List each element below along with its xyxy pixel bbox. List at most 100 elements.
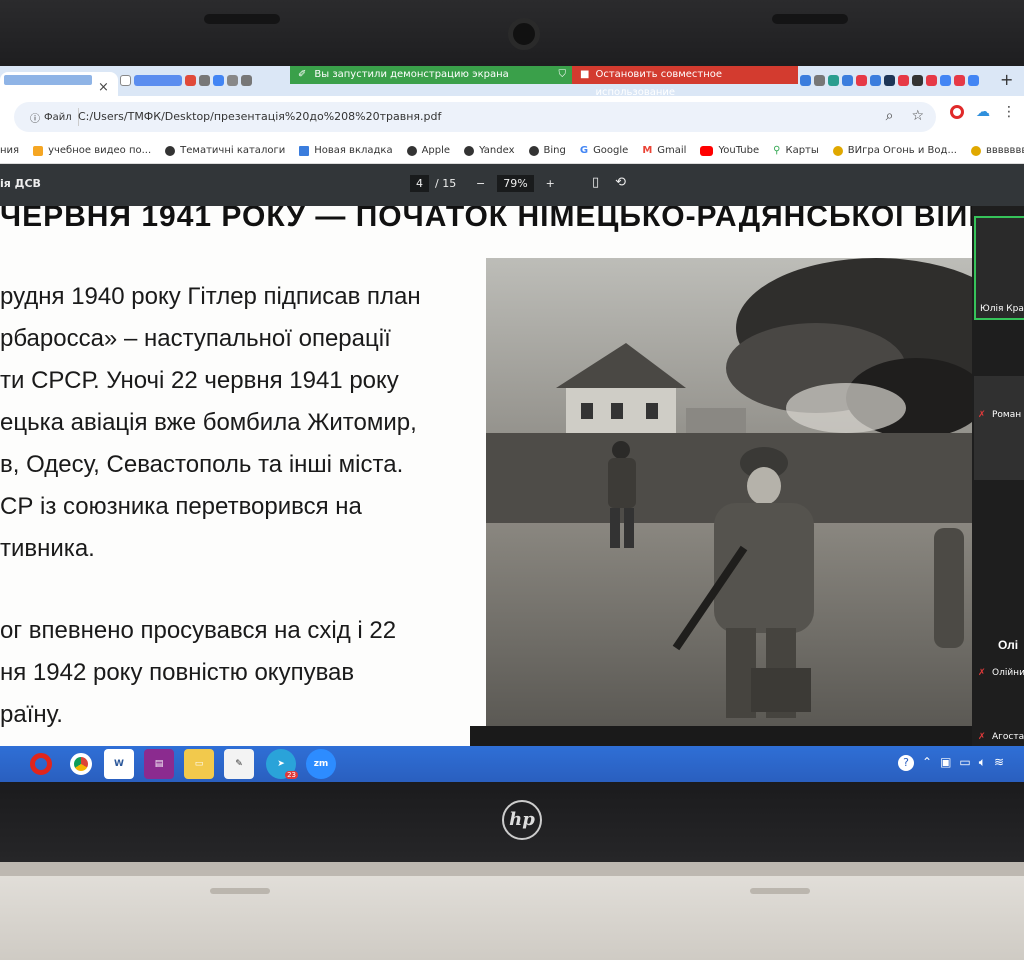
network-icon[interactable]: ▣ (940, 755, 951, 771)
wikipedia-icon[interactable] (120, 75, 131, 86)
tab-favicon-icon[interactable] (814, 75, 825, 86)
tab-favicon-icon[interactable] (926, 75, 937, 86)
google-icon[interactable] (213, 75, 224, 86)
browser-toolbar: ⓘ Файл C:/Users/ТМФК/Desktop/презентація… (0, 96, 1024, 138)
bookmark-item[interactable]: Тематичні каталоги (165, 145, 285, 156)
pdf-toolbar: ія ДСВ 4 / 15 − 79% + ▯ ⟲ (0, 164, 1024, 206)
tab-favicon-icon[interactable] (968, 75, 979, 86)
menu-icon[interactable]: ⋮ (1002, 104, 1016, 120)
wifi-icon[interactable]: ≋ (994, 755, 1004, 771)
tab-favicon-icon[interactable] (856, 75, 867, 86)
globe-icon (165, 145, 176, 156)
zoom-out-button[interactable]: − (476, 177, 485, 190)
pdf-title: ія ДСВ (0, 177, 41, 190)
active-tab[interactable]: × (0, 72, 118, 96)
slide-paragraph: ог впевнено просувався на схід і 22 ня 1… (0, 610, 470, 736)
volume-icon[interactable]: 🔈︎ (979, 755, 986, 771)
tab-favicon-icon[interactable] (828, 75, 839, 86)
chrome-icon[interactable] (66, 749, 96, 779)
bookmark-item[interactable]: YouTube (700, 145, 759, 156)
help-icon[interactable]: ? (898, 755, 914, 771)
screen: × + ✐ Вы запустили демонстрацию экрана ⛉… (0, 66, 1024, 782)
tab-favicon-icon[interactable] (227, 75, 238, 86)
participant-tile[interactable]: ✗ Агоста (974, 732, 1024, 746)
tab-favicon-icon[interactable] (842, 75, 853, 86)
bookmark-label: Gmail (657, 145, 687, 156)
bookmark-item[interactable]: Новая вкладка (299, 145, 393, 156)
bar-chart-icon (299, 145, 310, 156)
bookmark-label: учебное видео по... (48, 145, 152, 156)
slide-line: ня 1942 року повністю окупував (0, 659, 355, 686)
screen-share-banner: ✐ Вы запустили демонстрацию экрана ⛉ ■ О… (290, 66, 798, 98)
new-tab-button[interactable]: + (1000, 70, 1013, 89)
zoom-level-input[interactable]: 79% (497, 175, 534, 192)
laptop-bezel-top (0, 0, 1024, 70)
stop-sharing-button[interactable]: ■ Остановить совместное использование (572, 66, 798, 98)
fit-page-icon[interactable]: ▯ (592, 175, 599, 190)
tab-favicon-icon[interactable] (199, 75, 210, 86)
bookmark-item[interactable]: G Google (580, 145, 628, 156)
tab-favicon-icon[interactable] (884, 75, 895, 86)
hinge-groove (750, 888, 810, 894)
zoom-icon[interactable]: zm (306, 749, 336, 779)
bookmark-label: Yandex (479, 145, 515, 156)
globe-icon (406, 145, 417, 156)
tab-favicon-icon[interactable] (898, 75, 909, 86)
tab-favicon-icon[interactable] (241, 75, 252, 86)
page-total: / 15 (435, 177, 457, 190)
zoom-icon[interactable]: ⌕ (886, 108, 894, 124)
participant-tile-active[interactable]: Юлія Крав (974, 216, 1024, 320)
bookmarks-bar: ния учебное видео по... Тематичні катало… (0, 138, 1024, 164)
display-icon[interactable]: ▭ (959, 755, 970, 771)
page-number-input[interactable]: 4 (410, 175, 429, 192)
site-info-chip[interactable]: ⓘ Файл (24, 108, 79, 126)
system-tray: ? ⌃ ▣ ▭ 🔈︎ ≋ (898, 755, 1004, 771)
tab-favicon-icon[interactable] (185, 75, 196, 86)
slide-line: тивника. (0, 535, 95, 562)
drag-handle-icon[interactable]: ✐ (298, 66, 306, 84)
zoom-in-button[interactable]: + (546, 177, 555, 190)
photo-soldiers-burning-village (486, 258, 972, 726)
bookmark-item[interactable]: ⚲ Карты (773, 145, 819, 156)
opera-icon[interactable] (26, 749, 56, 779)
paint-icon[interactable]: ✎ (224, 749, 254, 779)
bookmark-item[interactable]: ВИгра Огонь и Вод... (832, 145, 957, 156)
close-tab-icon[interactable]: × (98, 80, 109, 95)
bookmark-item[interactable]: Yandex (464, 145, 515, 156)
participant-name: Агоста (992, 732, 1024, 742)
tab-favicon-icon[interactable] (800, 75, 811, 86)
bookmark-item[interactable]: учебное видео по... (33, 145, 151, 156)
tab-favicon-icon[interactable] (912, 75, 923, 86)
zoom-controls: − 79% + (476, 175, 555, 192)
pinned-tab-icons[interactable] (120, 75, 252, 86)
tab-favicon-icon[interactable] (940, 75, 951, 86)
rotate-icon[interactable]: ⟲ (615, 175, 626, 190)
url-text[interactable]: C:/Users/ТМФК/Desktop/презентація%20до%2… (78, 110, 441, 123)
bookmark-item[interactable]: вввввввввв (970, 145, 1024, 156)
tab-title-placeholder (4, 75, 92, 85)
bookmark-item[interactable]: Apple (406, 145, 450, 156)
participant-tile[interactable]: ✗ Олійник (974, 626, 1024, 730)
globe-icon (464, 145, 475, 156)
tab-group-icons[interactable] (134, 75, 182, 86)
telegram-icon[interactable]: ➤ 23 (266, 749, 298, 779)
explorer-icon[interactable]: ▭ (184, 749, 214, 779)
bookmark-star-icon[interactable]: ☆ (911, 108, 924, 124)
tab-favicon-icon[interactable] (954, 75, 965, 86)
globe-icon (528, 145, 539, 156)
address-bar[interactable]: ⓘ Файл C:/Users/ТМФК/Desktop/презентація… (14, 102, 936, 132)
taskbar: W ▤ ▭ ✎ ➤ 23 zm ? ⌃ ▣ ▭ 🔈︎ ≋ (0, 746, 1024, 782)
tab-favicon-icon[interactable] (870, 75, 881, 86)
bookmark-item[interactable]: ния (0, 145, 19, 156)
game-icon (970, 145, 981, 156)
slide-line: рбаросса» – наступальної операції (0, 325, 391, 352)
word-icon[interactable]: W (104, 749, 134, 779)
bookmark-item[interactable]: Bing (528, 145, 566, 156)
opera-icon[interactable] (950, 105, 964, 119)
chevron-up-icon[interactable]: ⌃ (922, 755, 932, 771)
bookmark-item[interactable]: M Gmail (642, 145, 686, 156)
winrar-icon[interactable]: ▤ (144, 749, 174, 779)
tab-icons-right[interactable] (800, 75, 979, 86)
participant-tile[interactable]: ✗ Роман (974, 376, 1024, 480)
cloud-icon[interactable]: ☁ (976, 104, 990, 120)
